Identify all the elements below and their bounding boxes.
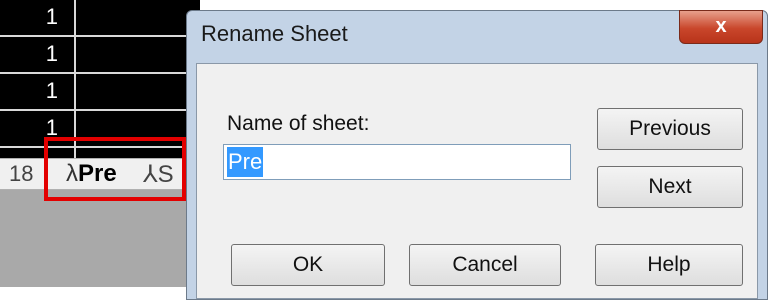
cell-value[interactable]: 1 [0, 74, 58, 108]
table-row: 1 [0, 0, 200, 37]
sheet-name-input[interactable]: Pre [223, 144, 571, 180]
name-of-sheet-label: Name of sheet: [227, 112, 370, 135]
cell-grid: 1 1 1 1 [0, 0, 200, 158]
spreadsheet-area: 1 1 1 1 18 λPre ⅄S [0, 0, 200, 287]
cell-value[interactable]: 1 [0, 37, 58, 71]
cancel-button[interactable]: Cancel [409, 244, 561, 286]
highlight-annotation [44, 137, 186, 201]
sheet-tab-partial[interactable]: 18 [9, 161, 33, 187]
close-icon: x [715, 15, 727, 37]
rename-sheet-dialog: Rename Sheet x Name of sheet: Pre Previo… [186, 10, 768, 300]
column-divider [74, 0, 76, 158]
dialog-title: Rename Sheet [201, 21, 348, 46]
selected-text: Pre [227, 147, 264, 177]
dialog-title-bar[interactable]: Rename Sheet x [187, 10, 767, 57]
next-button[interactable]: Next [597, 166, 743, 208]
help-button[interactable]: Help [595, 244, 743, 286]
previous-button[interactable]: Previous [597, 108, 743, 150]
table-row: 1 [0, 37, 200, 74]
dialog-body: Name of sheet: Pre Previous Next OK Canc… [196, 63, 758, 299]
close-button[interactable]: x [679, 10, 763, 44]
table-row: 1 [0, 74, 200, 111]
ok-button[interactable]: OK [231, 244, 385, 286]
cell-value[interactable]: 1 [0, 0, 58, 34]
